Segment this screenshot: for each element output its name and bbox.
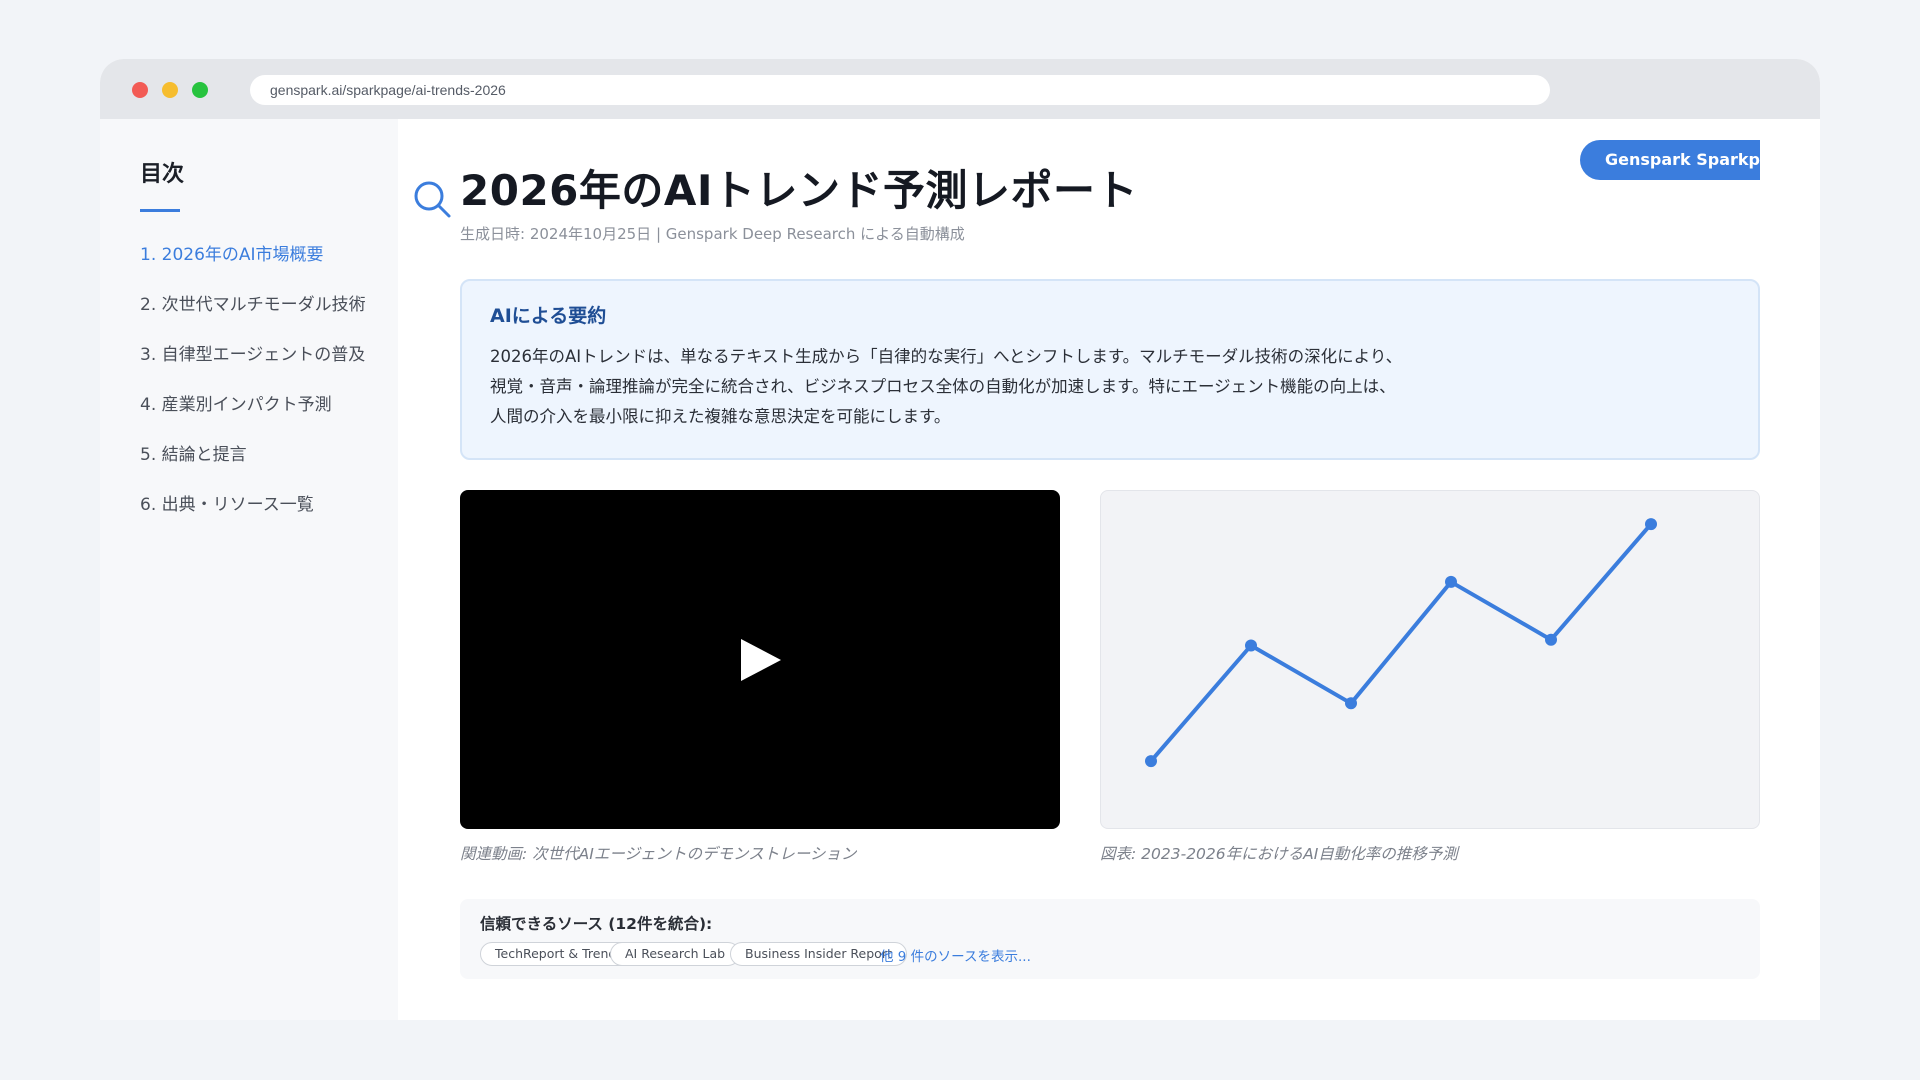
toc-item-sources[interactable]: 6. 出典・リソース一覧 — [140, 490, 314, 515]
video-caption: 関連動画: 次世代AIエージェントのデモンストレーション — [460, 845, 857, 863]
data-point-4 — [1445, 575, 1457, 588]
toc-item-multimodal[interactable]: 2. 次世代マルチモーダル技術 — [140, 290, 366, 315]
show-more-sources-link[interactable]: 他 9 件のソースを表示... — [880, 945, 1031, 965]
genspark-sparkpage-button[interactable]: Genspark Sparkpage — [1580, 140, 1760, 180]
toc-item-market-overview[interactable]: 1. 2026年のAI市場概要 — [140, 240, 324, 265]
search-icon[interactable] — [412, 179, 452, 219]
maximize-window-button[interactable] — [192, 82, 208, 98]
chart-caption: 図表: 2023-2026年におけるAI自動化率の推移予測 — [1100, 845, 1458, 863]
summary-title: AIによる要約 — [490, 305, 607, 327]
ai-summary-box: AIによる要約 2026年のAIトレンドは、単なるテキスト生成から「自律的な実行… — [460, 279, 1760, 460]
data-point-5 — [1545, 633, 1557, 646]
toc-item-agents[interactable]: 3. 自律型エージェントの普及 — [140, 340, 365, 365]
data-point-1 — [1145, 755, 1157, 768]
sources-label: 信頼できるソース (12件を統合): — [480, 915, 713, 933]
series-line — [1149, 522, 1653, 763]
toc-item-industry-impact[interactable]: 4. 産業別インパクト予測 — [140, 390, 332, 415]
summary-line: 人間の介入を最小限に抑えた複雑な意思決定を可能にします。 — [490, 407, 951, 426]
page-meta: 生成日時: 2024年10月25日 | Genspark Deep Resear… — [460, 225, 965, 243]
browser-titlebar: genspark.ai/sparkpage/ai-trends-2026 — [100, 59, 1820, 119]
sources-panel: 信頼できるソース (12件を統合): TechReport & Trends A… — [460, 899, 1760, 979]
address-bar[interactable]: genspark.ai/sparkpage/ai-trends-2026 — [250, 75, 1550, 105]
data-point-6 — [1645, 518, 1657, 531]
minimize-window-button[interactable] — [162, 82, 178, 98]
line-chart-svg — [1145, 518, 1657, 768]
toc-item-conclusion[interactable]: 5. 結論と提言 — [140, 440, 247, 465]
video-player[interactable] — [460, 490, 1060, 829]
data-point-2 — [1245, 639, 1257, 652]
summary-line: 視覚・音声・論理推論が完全に統合され、ビジネスプロセス全体の自動化が加速します。… — [490, 377, 1396, 396]
toc-title-underline — [140, 209, 180, 212]
source-chip[interactable]: AI Research Lab — [610, 942, 741, 966]
play-icon[interactable] — [739, 639, 781, 681]
data-point-3 — [1345, 697, 1357, 710]
toc-title: 目次 — [140, 162, 185, 187]
summary-line: 2026年のAIトレンドは、単なるテキスト生成から「自律的な実行」へとシフトしま… — [490, 347, 1403, 366]
close-window-button[interactable] — [132, 82, 148, 98]
page-title: 2026年のAIトレンド予測レポート — [460, 166, 1139, 215]
automation-rate-chart — [1100, 490, 1760, 829]
